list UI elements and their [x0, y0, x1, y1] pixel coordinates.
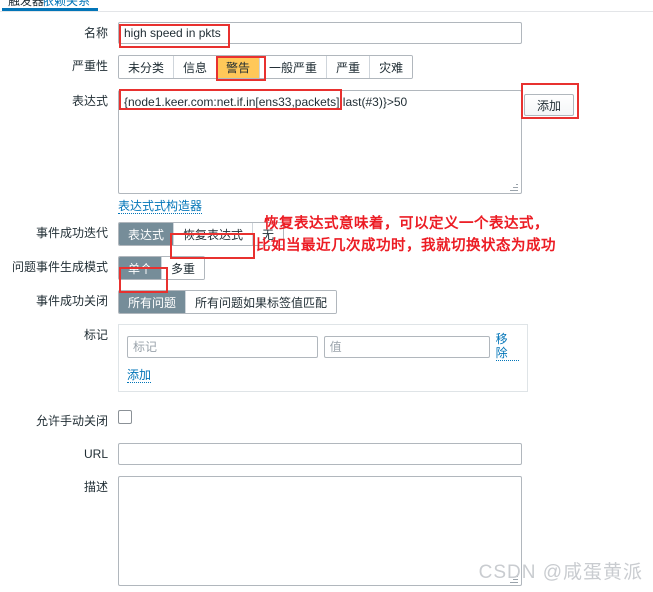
problem-mode-option-single[interactable]: 单个: [119, 257, 163, 279]
severity-option-not-classified[interactable]: 未分类: [119, 56, 175, 78]
trigger-config-page: 触发器 依赖关系 名称 严重性 未分类 信息 警告 一般严重 严重 灾难: [0, 0, 653, 592]
tag-add-wrap: 添加: [127, 368, 519, 383]
severity-button-group: 未分类 信息 警告 一般严重 严重 灾难: [118, 55, 414, 79]
row-problem-event-mode: 问题事件生成模式 单个 多重: [0, 256, 653, 280]
row-severity: 严重性 未分类 信息 警告 一般严重 严重 灾难: [0, 55, 653, 79]
tag-add-link[interactable]: 添加: [127, 368, 152, 383]
expression-add-button[interactable]: 添加: [524, 94, 575, 116]
tags-label: 标记: [83, 328, 108, 342]
ok-event-closes-control: 所有问题 所有问题如果标签值匹配: [118, 290, 653, 314]
severity-option-disaster[interactable]: 灾难: [370, 56, 413, 78]
severity-option-high[interactable]: 严重: [327, 56, 371, 78]
allow-manual-close-checkbox[interactable]: [118, 410, 132, 424]
url-input[interactable]: [118, 443, 522, 465]
tab-dependencies[interactable]: 依赖关系: [42, 0, 90, 8]
tag-remove-link[interactable]: 移除: [495, 332, 519, 361]
severity-control: 未分类 信息 警告 一般严重 严重 灾难: [118, 55, 653, 79]
active-tab-underline: [2, 8, 98, 11]
problem-mode-option-multiple[interactable]: 多重: [162, 257, 205, 279]
url-label: URL: [83, 447, 108, 461]
row-url: URL: [0, 443, 653, 465]
row-name: 名称: [0, 22, 653, 44]
row-description: 描述: [0, 476, 653, 589]
trigger-name-input[interactable]: [118, 22, 522, 44]
ok-closes-option-tag-match[interactable]: 所有问题如果标签值匹配: [186, 291, 337, 313]
annotation-line-1: 恢复表达式意味着，可以定义一个表达式，: [264, 215, 549, 232]
ok-event-option-expression[interactable]: 表达式: [119, 223, 175, 245]
tab-strip: 触发器 依赖关系: [0, 0, 653, 12]
expression-constructor-link[interactable]: 表达式式构造器: [118, 199, 203, 214]
description-control: [118, 476, 653, 589]
tag-row: 移除: [127, 332, 519, 361]
allow-manual-close-control: [118, 410, 653, 427]
tag-value-input[interactable]: [323, 335, 490, 358]
row-expression: 表达式 添加 表达式式构造器: [0, 90, 653, 214]
name-control: [118, 22, 653, 44]
severity-option-average[interactable]: 一般严重: [260, 56, 328, 78]
ok-event-option-recovery-expression[interactable]: 恢复表达式: [174, 223, 254, 245]
tags-box: 移除 添加: [118, 324, 528, 392]
severity-option-warning[interactable]: 警告: [217, 56, 261, 78]
expression-control: 添加 表达式式构造器: [118, 90, 653, 214]
ok-event-closes-button-group: 所有问题 所有问题如果标签值匹配: [118, 290, 338, 314]
problem-event-mode-button-group: 单个 多重: [118, 256, 206, 280]
severity-option-information[interactable]: 信息: [174, 56, 218, 78]
row-ok-event-closes: 事件成功关闭 所有问题 所有问题如果标签值匹配: [0, 290, 653, 314]
annotation-line-2: 比如当最近几次成功时，我就切换状态为成功: [256, 237, 556, 254]
problem-event-mode-control: 单个 多重: [118, 256, 653, 280]
name-label: 名称: [83, 26, 108, 40]
url-control: [118, 443, 653, 465]
ok-event-generation-label: 事件成功迭代: [35, 226, 108, 240]
row-tags: 标记 移除 添加: [0, 324, 653, 392]
severity-label: 严重性: [71, 59, 108, 73]
row-allow-manual-close: 允许手动关闭: [0, 410, 653, 432]
problem-event-mode-label: 问题事件生成模式: [11, 260, 108, 274]
tab-trigger[interactable]: 触发器: [8, 0, 44, 8]
tags-control: 移除 添加: [118, 324, 653, 392]
description-label: 描述: [83, 480, 108, 494]
expression-label: 表达式: [71, 94, 108, 108]
ok-event-closes-label: 事件成功关闭: [35, 294, 108, 308]
allow-manual-close-label: 允许手动关闭: [35, 414, 108, 428]
description-textarea[interactable]: [118, 476, 522, 586]
trigger-expression-textarea[interactable]: [118, 90, 522, 194]
ok-closes-option-all-problems[interactable]: 所有问题: [119, 291, 187, 313]
tag-key-input[interactable]: [127, 335, 318, 358]
trigger-form: 名称 严重性 未分类 信息 警告 一般严重 严重 灾难 表达式: [0, 12, 653, 589]
